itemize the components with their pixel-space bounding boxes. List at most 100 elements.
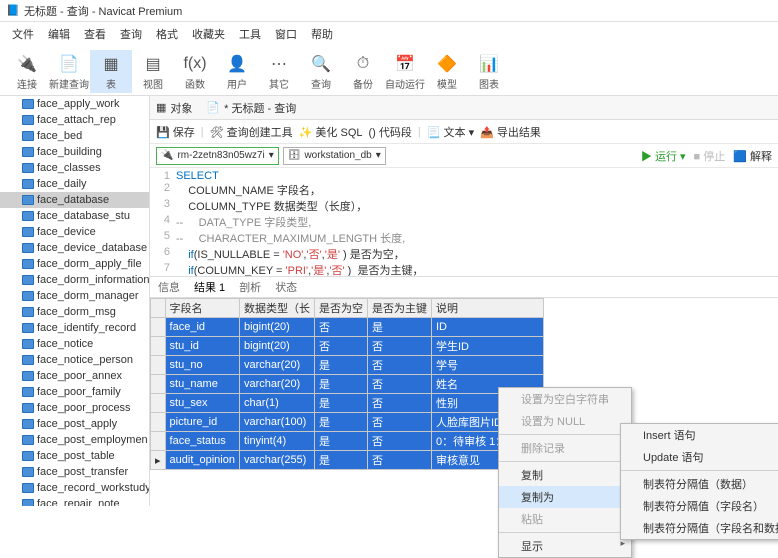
tree-item[interactable]: face_dorm_apply_file [0,256,149,272]
sub-tab-fields[interactable]: 制表符分隔值（字段名） [621,495,778,517]
db-combo[interactable]: 🗄 workstation_db ▾ [283,147,386,165]
tab-query[interactable]: 📄 * 无标题 - 查询 [206,100,296,116]
tool-查询[interactable]: 🔍查询 [300,50,342,93]
menu-帮助[interactable]: 帮助 [305,24,339,44]
sub-tab-data[interactable]: 制表符分隔值（数据） [621,473,778,495]
tree-item[interactable]: face_device [0,224,149,240]
table-icon [22,147,34,157]
stop-button: ■ 停止 [694,148,726,164]
table-icon [22,227,34,237]
tree-item[interactable]: face_database [0,192,149,208]
window-title: 无标题 - 查询 - Navicat Premium [24,3,182,19]
tool-连接[interactable]: 🔌连接 [6,50,48,93]
tool-用户[interactable]: 👤用户 [216,50,258,93]
ctx-copy-as[interactable]: 复制为 [499,486,631,508]
menu-收藏夹[interactable]: 收藏夹 [186,24,231,44]
context-menu[interactable]: 设置为空白字符串 设置为 NULL 删除记录 复制 复制为 粘贴 显示 [498,387,632,558]
tree-item[interactable]: face_daily [0,176,149,192]
table-icon [22,483,34,493]
tool-表[interactable]: ▦表 [90,50,132,93]
tree-item[interactable]: face_apply_work [0,96,149,112]
beautify-button[interactable]: ✨ 美化 SQL [299,124,363,140]
tool-视图[interactable]: ▤视图 [132,50,174,93]
tree-item[interactable]: face_dorm_manager [0,288,149,304]
tree-item[interactable]: face_database_stu [0,208,149,224]
tree-item[interactable]: face_post_table [0,448,149,464]
server-combo[interactable]: 🔌 rm-2zetn83n05wz7i ▾ [156,147,279,165]
tool-模型[interactable]: 🔶模型 [426,50,468,93]
tab-objects[interactable]: ▦ 对象 [156,100,192,116]
ctx-copy[interactable]: 复制 [499,464,631,486]
table-icon [22,131,34,141]
tree-item[interactable]: face_record_workstudy [0,480,149,496]
tool-icon: 📄 [57,52,81,76]
table-icon [22,355,34,365]
menu-格式[interactable]: 格式 [150,24,184,44]
query-toolbar: 💾 保存 | 🛠 查询创建工具 ✨ 美化 SQL () 代码段 | 📃 文本 ▾… [150,120,778,144]
export-button[interactable]: 📤 导出结果 [480,124,541,140]
snippet-button[interactable]: () 代码段 [369,124,412,140]
text-button[interactable]: 📃 文本 ▾ [427,124,474,140]
ctx-delete: 删除记录 [499,437,631,459]
tree-item[interactable]: face_dorm_information [0,272,149,288]
tree-item[interactable]: face_identify_record [0,320,149,336]
tree-item[interactable]: face_poor_annex [0,368,149,384]
tree-item[interactable]: face_notice_person [0,352,149,368]
result-tab[interactable]: 信息 [158,279,180,295]
tree-item[interactable]: face_post_apply [0,416,149,432]
sql-editor[interactable]: 1SELECT2 COLUMN_NAME 字段名，3 COLUMN_TYPE 数… [150,168,778,276]
tool-自动运行[interactable]: 📅自动运行 [384,50,426,93]
table-icon [22,435,34,445]
explain-button[interactable]: 🟦 解释 [733,148,772,164]
menu-查询[interactable]: 查询 [114,24,148,44]
tree-item[interactable]: face_repair_note [0,496,149,506]
tree-item[interactable]: face_poor_process [0,400,149,416]
tree-item[interactable]: face_dorm_msg [0,304,149,320]
tree-item[interactable]: face_post_employmen [0,432,149,448]
menu-查看[interactable]: 查看 [78,24,112,44]
tree-item[interactable]: face_building [0,144,149,160]
tool-备份[interactable]: ⏱备份 [342,50,384,93]
tree-item[interactable]: face_device_database [0,240,149,256]
menu-窗口[interactable]: 窗口 [269,24,303,44]
result-tab[interactable]: 状态 [275,279,297,295]
sub-tab-both[interactable]: 制表符分隔值（字段名和数据） [621,517,778,539]
tree-item[interactable]: face_poor_family [0,384,149,400]
context-submenu[interactable]: Insert 语句 Update 语句 制表符分隔值（数据） 制表符分隔值（字段… [620,423,778,540]
save-button[interactable]: 💾 保存 [156,124,195,140]
ctx-set-blank: 设置为空白字符串 [499,388,631,410]
result-tab[interactable]: 剖析 [239,279,261,295]
menu-编辑[interactable]: 编辑 [42,24,76,44]
tree-item[interactable]: face_notice [0,336,149,352]
menu-文件[interactable]: 文件 [6,24,40,44]
table-icon [22,163,34,173]
tool-函数[interactable]: f(x)函数 [174,50,216,93]
tool-icon: 📅 [393,52,417,76]
table-icon [22,259,34,269]
tree-item[interactable]: face_post_transfer [0,464,149,480]
sub-update[interactable]: Update 语句 [621,446,778,468]
table-icon [22,195,34,205]
table-icon [22,291,34,301]
tree-item[interactable]: face_bed [0,128,149,144]
sub-insert[interactable]: Insert 语句 [621,424,778,446]
sidebar-tree[interactable]: face_apply_workface_attach_repface_bedfa… [0,96,150,506]
table-icon [22,371,34,381]
table-icon [22,323,34,333]
result-tab[interactable]: 结果 1 [194,279,225,295]
menu-工具[interactable]: 工具 [233,24,267,44]
table-icon [22,307,34,317]
tree-item[interactable]: face_attach_rep [0,112,149,128]
run-button[interactable]: ▶ 运行 ▾ [641,148,686,164]
table-icon [22,467,34,477]
tool-新建查询[interactable]: 📄新建查询 [48,50,90,93]
ctx-show[interactable]: 显示 [499,535,631,557]
table-icon [22,451,34,461]
query-builder-button[interactable]: 🛠 查询创建工具 [210,124,293,140]
tool-icon: 👤 [225,52,249,76]
tool-图表[interactable]: 📊图表 [468,50,510,93]
tool-其它[interactable]: ⋯其它 [258,50,300,93]
app-icon: 📘 [6,4,20,18]
table-icon [22,179,34,189]
tree-item[interactable]: face_classes [0,160,149,176]
